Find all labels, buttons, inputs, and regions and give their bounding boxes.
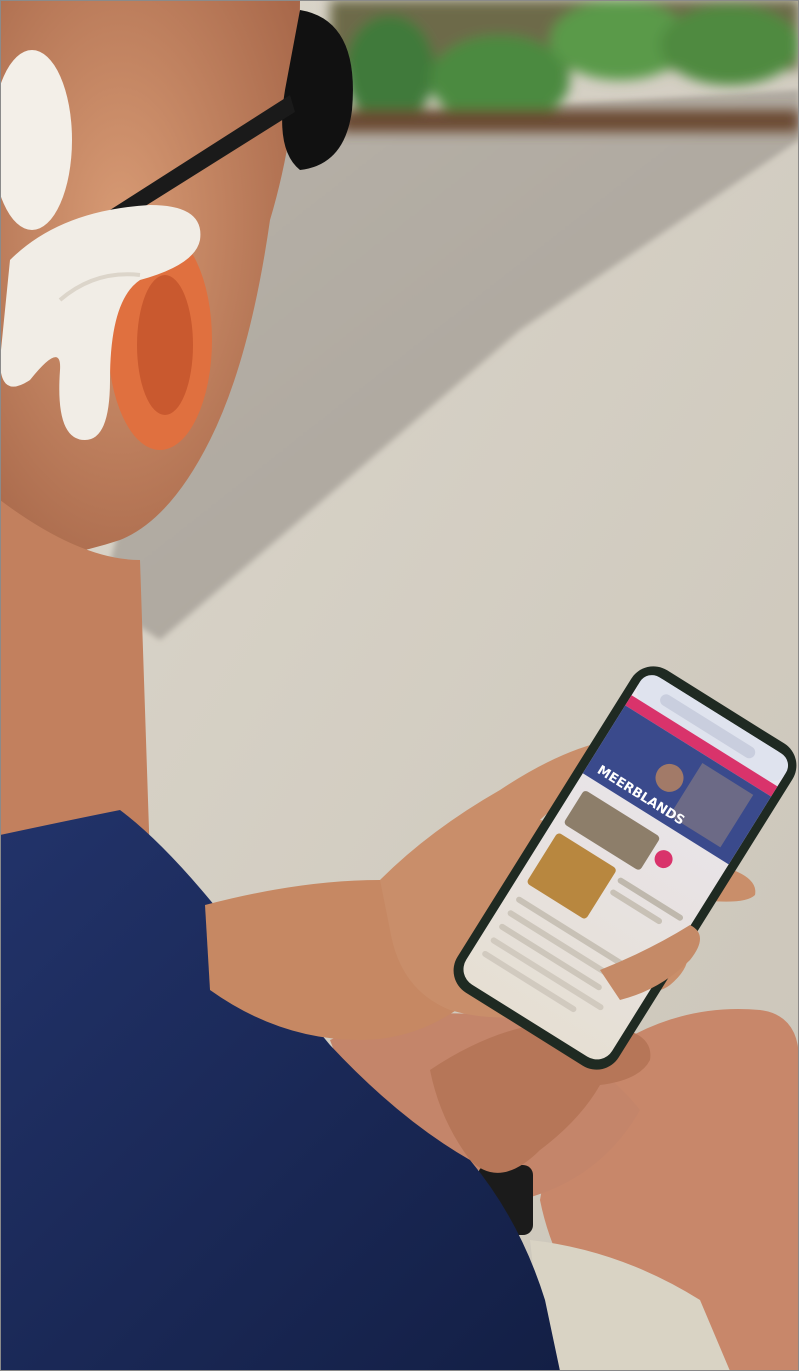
foliage [330, 0, 799, 132]
photo-scene: MEERBLANDS [0, 0, 799, 1371]
